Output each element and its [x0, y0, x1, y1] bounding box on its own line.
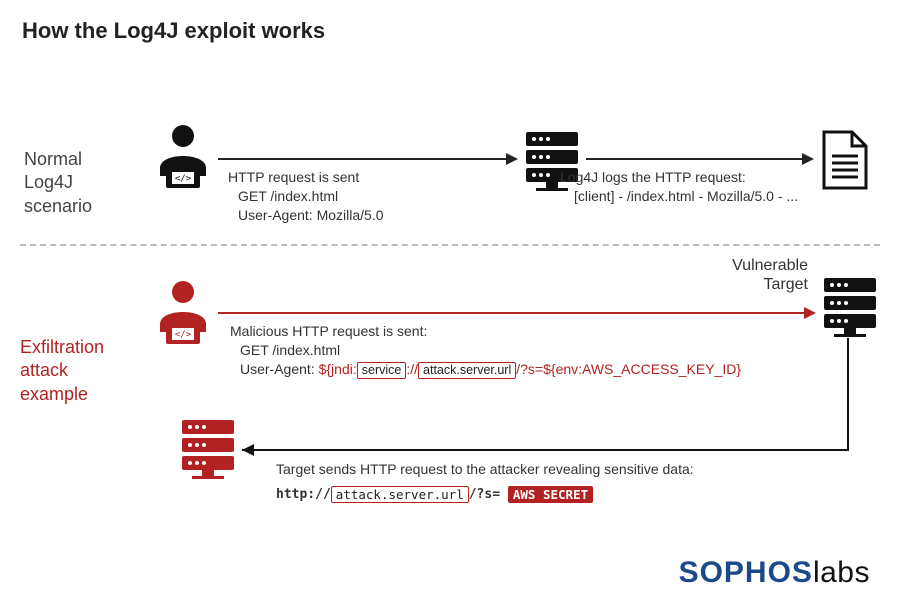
user-icon: </>: [152, 122, 214, 197]
vuln-l1: Vulnerable: [718, 256, 808, 275]
exfil-label-l1: Exfiltration: [20, 336, 104, 359]
arrow-head-icon: [802, 153, 814, 165]
arrow-target-to-attacker: [230, 338, 864, 468]
arrow-user-to-server: [218, 158, 508, 160]
arrow-head-icon: [804, 307, 816, 319]
arrow-attacker-to-target: [218, 312, 806, 314]
req-l3: User-Agent: Mozilla/5.0: [228, 206, 384, 225]
req-l2: GET /index.html: [228, 187, 384, 206]
normal-label-l3: scenario: [24, 195, 92, 218]
query2: /?s=: [469, 487, 500, 502]
attacker-server-icon: [178, 418, 238, 485]
normal-request-text: HTTP request is sent GET /index.html Use…: [228, 168, 384, 225]
svg-text:</>: </>: [175, 174, 192, 184]
diagram-title: How the Log4J exploit works: [0, 0, 900, 44]
arrow-server-to-log: [586, 158, 804, 160]
sophoslabs-logo: SOPHOSlabs: [679, 556, 870, 590]
vulnerable-target-label: Vulnerable Target: [718, 256, 808, 294]
aws-secret-box: AWS SECRET: [508, 486, 593, 503]
normal-label: Normal Log4J scenario: [24, 148, 92, 218]
normal-log-text: Log4J logs the HTTP request: [client] - …: [560, 168, 798, 206]
normal-label-l2: Log4J: [24, 171, 92, 194]
arrow-head-icon: [506, 153, 518, 165]
vulnerable-server-icon: [820, 276, 880, 343]
logo-labs: labs: [813, 556, 870, 589]
svg-text:</>: </>: [175, 330, 192, 340]
attacker-icon: </>: [152, 278, 214, 353]
attack-url-box-2: attack.server.url: [331, 486, 469, 503]
normal-label-l1: Normal: [24, 148, 92, 171]
section-divider: [20, 244, 880, 246]
log-l2: [client] - /index.html - Mozilla/5.0 - .…: [560, 187, 798, 206]
exfil-label: Exfiltration attack example: [20, 336, 104, 406]
logo-sophos: SOPHOS: [679, 556, 813, 589]
http-prefix: http://: [276, 487, 331, 502]
reveal-url: http://attack.server.url/?s= AWS SECRET: [276, 486, 593, 504]
exfil-label-l2: attack: [20, 359, 104, 382]
req-l1: HTTP request is sent: [228, 168, 384, 187]
exfil-label-l3: example: [20, 383, 104, 406]
reveal-text: Target sends HTTP request to the attacke…: [276, 460, 694, 479]
log-l1: Log4J logs the HTTP request:: [560, 168, 798, 187]
document-icon: [820, 130, 870, 197]
vuln-l2: Target: [718, 275, 808, 294]
